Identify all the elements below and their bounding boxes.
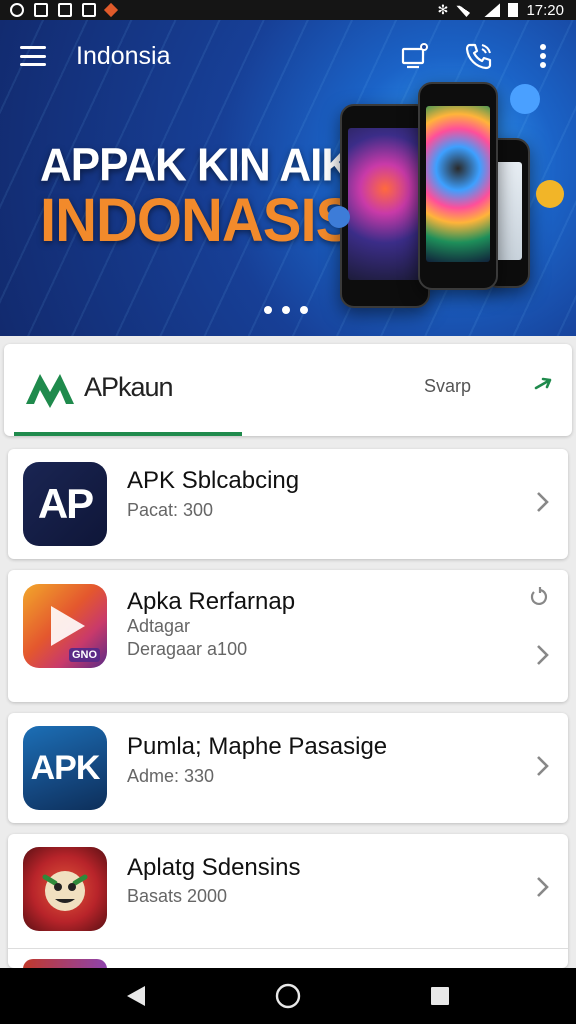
more-options-icon[interactable] — [528, 41, 558, 71]
status-time: 17:20 — [526, 1, 564, 19]
apkaun-logo-icon — [26, 374, 74, 408]
notification-icon — [34, 3, 48, 17]
home-icon[interactable] — [268, 976, 308, 1016]
notification-icon — [82, 3, 96, 17]
brand-action-link[interactable]: Svarp — [424, 376, 471, 397]
app-bar: Indonsia — [0, 20, 576, 92]
app-subtitle: Pacat: 300 — [127, 500, 214, 520]
app-icon — [23, 847, 107, 931]
chevron-right-icon[interactable] — [536, 876, 550, 898]
back-icon[interactable] — [116, 976, 156, 1016]
brand-card: APkaun Svarp — [4, 344, 572, 436]
carousel-dot[interactable] — [282, 306, 290, 314]
carousel-indicator[interactable] — [264, 306, 308, 314]
app-list-item[interactable]: Aplatg Sdensins Basats 2000 — [8, 834, 568, 969]
battery-icon — [508, 3, 519, 17]
tab-indicator — [14, 432, 242, 436]
phone-call-icon[interactable] — [464, 41, 494, 71]
play-icon — [51, 606, 85, 646]
refresh-icon[interactable] — [528, 586, 550, 608]
app-subtitle: Basats 2000 — [127, 886, 228, 906]
device-icon[interactable] — [400, 41, 430, 71]
status-bar: ✻ 17:20 — [0, 0, 576, 20]
app-title: APK Sblcabcing — [127, 467, 300, 494]
hero-banner[interactable]: Indonsia APPAK KIN AIK INDONASISA — [0, 20, 576, 336]
app-list-item[interactable]: GNO Apka Rerfarnap Adtagar Deragaar a100 — [8, 570, 568, 702]
system-nav-bar — [0, 968, 576, 1024]
decoration-icon — [536, 180, 564, 208]
chevron-right-icon[interactable] — [536, 491, 550, 513]
notification-icon — [10, 3, 24, 17]
mascot-icon — [42, 871, 88, 911]
app-list-item[interactable]: AP APK Sblcabcing Pacat: 300 — [8, 449, 568, 559]
app-title: Pumla; Maphe Pasasige — [127, 733, 388, 760]
partial-list-item — [8, 948, 568, 969]
phone-image — [418, 82, 498, 290]
phone-image — [340, 104, 430, 308]
app-icon: APK — [23, 726, 107, 810]
app-title: Apka Rerfarnap — [127, 588, 296, 615]
carousel-dot[interactable] — [300, 306, 308, 314]
brand-name: APkaun — [84, 372, 174, 402]
notification-icon — [103, 2, 119, 18]
bluetooth-icon: ✻ — [437, 2, 449, 17]
notification-icon — [58, 3, 72, 17]
carousel-dot[interactable] — [264, 306, 272, 314]
app-list-item[interactable]: APK Pumla; Maphe Pasasige Adme: 330 — [8, 713, 568, 823]
app-bar-title: Indonsia — [76, 41, 171, 70]
app-subtitle: Adtagar — [127, 616, 191, 636]
chevron-right-icon[interactable] — [536, 644, 550, 666]
app-title: Aplatg Sdensins — [127, 854, 301, 881]
recents-icon[interactable] — [420, 976, 460, 1016]
notification-icons — [10, 2, 119, 18]
app-icon: GNO — [23, 584, 107, 668]
decoration-icon — [328, 206, 350, 228]
menu-icon[interactable] — [20, 46, 46, 66]
app-subtitle-secondary: Deragaar a100 — [127, 639, 248, 659]
signal-icon — [484, 3, 501, 17]
chevron-right-icon[interactable] — [536, 755, 550, 777]
app-icon: AP — [23, 462, 107, 546]
arrow-right-icon[interactable] — [532, 372, 556, 396]
wifi-icon — [456, 5, 477, 17]
app-subtitle: Adme: 330 — [127, 766, 215, 786]
